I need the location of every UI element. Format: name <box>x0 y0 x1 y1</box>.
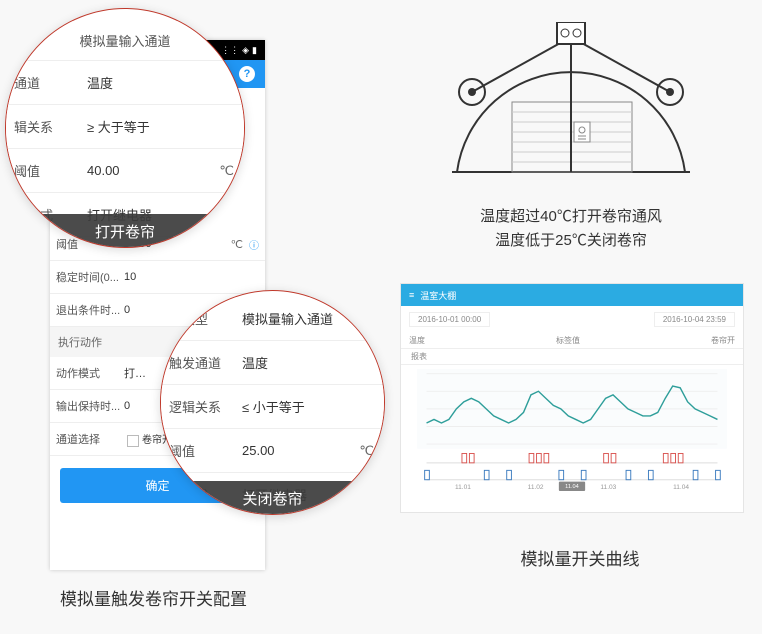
channel-row[interactable]: 通道温度 <box>6 61 244 105</box>
wifi-icon: ◈ <box>242 45 249 56</box>
main-caption: 模拟量触发卷帘开关配置 <box>60 585 247 610</box>
analog-chart-panel: ≡ 温室大棚 2016-10-01 00:00 2016-10-04 23:59… <box>400 283 744 513</box>
greenhouse-caption: 温度超过40℃打开卷帘通风 温度低于25℃关闭卷帘 <box>432 205 710 253</box>
greenhouse-svg <box>432 22 710 192</box>
logic-row[interactable]: 辑关系≥ 大于等于 <box>6 105 244 149</box>
filter-relay[interactable]: 卷帘开 <box>711 335 735 346</box>
chart-date-controls: 2016-10-01 00:00 2016-10-04 23:59 <box>401 306 743 333</box>
logic-row[interactable]: 逻辑关系≤ 小于等于 <box>161 385 384 429</box>
info-icon[interactable]: ⓘ <box>249 237 265 252</box>
menu-icon[interactable]: ≡ <box>409 290 414 300</box>
close-shutter-banner: 关闭卷帘 <box>161 481 384 515</box>
threshold-row[interactable]: 阈值40.00℃ <box>6 149 244 193</box>
chart-header: ≡ 温室大棚 <box>401 284 743 306</box>
chart-caption: 模拟量开关曲线 <box>465 545 695 570</box>
date-end[interactable]: 2016-10-04 23:59 <box>654 312 735 327</box>
battery-icon: ▮ <box>252 45 257 56</box>
svg-text:11.02: 11.02 <box>528 484 544 491</box>
chart-filter-row: 温度 标签值 卷帘开 <box>401 333 743 349</box>
svg-text:11.03: 11.03 <box>600 484 616 491</box>
date-start[interactable]: 2016-10-01 00:00 <box>409 312 490 327</box>
open-shutter-lens: 模拟量输入通道 通道温度 辑关系≥ 大于等于 阈值40.00℃ 作模式打开继电器… <box>5 8 245 248</box>
channel-row[interactable]: 触发通道温度 <box>161 341 384 385</box>
open-shutter-banner: 打开卷帘 <box>6 214 244 248</box>
svg-text:11.04: 11.04 <box>565 484 579 490</box>
close-shutter-lens: 源类型模拟量输入通道 触发通道温度 逻辑关系≤ 小于等于 阈值25.00℃ 作模… <box>160 290 385 515</box>
threshold-row[interactable]: 阈值25.00℃ <box>161 429 384 473</box>
svg-text:11.01: 11.01 <box>455 484 471 491</box>
checkbox-open[interactable] <box>127 435 139 447</box>
filter-temp[interactable]: 温度 <box>409 335 425 346</box>
svg-text:11.04: 11.04 <box>673 484 689 491</box>
greenhouse-diagram: 温度超过40℃打开卷帘通风 温度低于25℃关闭卷帘 <box>432 22 710 253</box>
help-icon[interactable]: ? <box>239 66 255 82</box>
signal-icon: ⋮⋮ <box>221 45 239 56</box>
stable-time-row[interactable]: 稳定时间(0... 10 <box>50 261 265 294</box>
chart-body[interactable]: 11.01 11.02 11.03 11.04 11.04 <box>401 365 743 495</box>
